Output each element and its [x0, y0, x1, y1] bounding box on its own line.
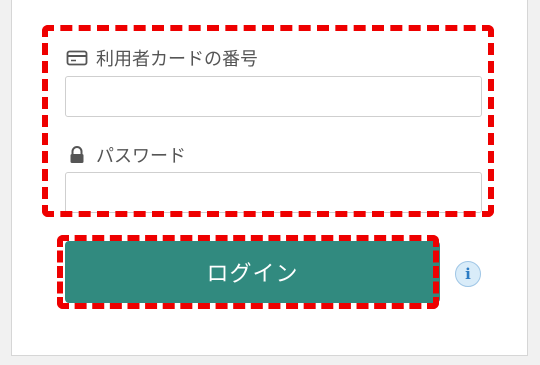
password-label: パスワード	[96, 146, 186, 167]
login-button[interactable]: ログイン	[65, 241, 440, 303]
password-input[interactable]	[65, 172, 482, 213]
lock-icon	[66, 146, 88, 164]
card-number-input[interactable]	[65, 76, 482, 117]
credit-card-icon	[66, 49, 88, 67]
card-number-label: 利用者カードの番号	[96, 49, 258, 70]
card-number-label-row: 利用者カードの番号	[66, 45, 258, 71]
info-icon[interactable]: i	[455, 261, 481, 287]
password-label-row: パスワード	[66, 142, 186, 168]
